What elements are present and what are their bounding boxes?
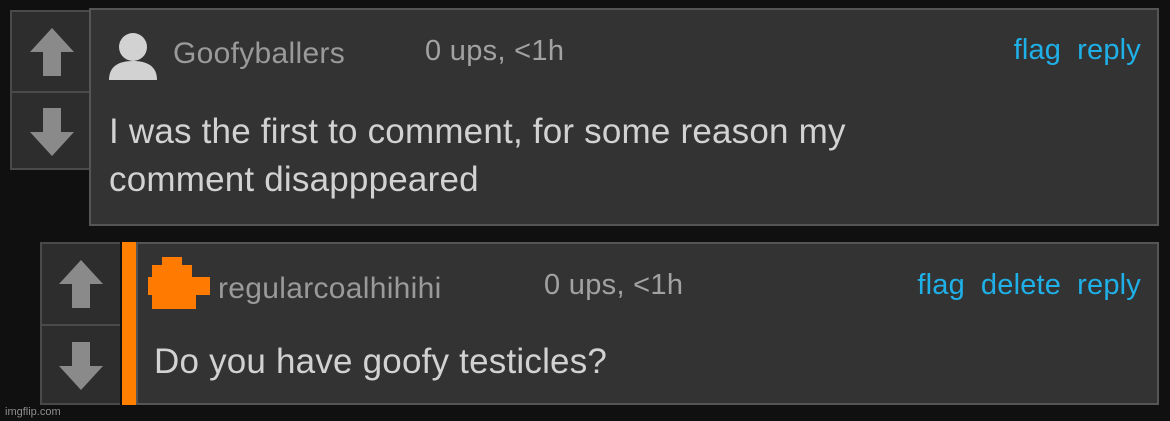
reply-link[interactable]: reply — [1077, 34, 1141, 67]
comment-text-line: I was the first to comment, for some rea… — [109, 112, 846, 151]
downvote-button[interactable] — [42, 326, 120, 405]
username[interactable]: Goofyballers — [173, 37, 345, 71]
comment-text-line: comment disapppeared — [109, 160, 479, 199]
upvote-button[interactable] — [12, 12, 91, 91]
arrow-up-icon — [59, 260, 103, 308]
comment-text: Do you have goofy testicles? — [154, 338, 607, 386]
comment-actions: flag delete reply — [917, 269, 1141, 302]
flag-link[interactable]: flag — [917, 269, 965, 302]
comment-box: Goofyballers 0 ups, <1h flag reply I was… — [89, 8, 1159, 226]
comment-actions: flag reply — [1014, 34, 1141, 67]
downvote-button[interactable] — [12, 93, 91, 170]
comment-text: I was the first to comment, for some rea… — [109, 108, 846, 204]
comment-meta: 0 ups, <1h — [425, 35, 565, 67]
arrow-down-icon — [29, 107, 74, 156]
username[interactable]: regularcoalhihihi — [218, 272, 442, 306]
vote-column — [10, 10, 91, 170]
vote-column — [40, 242, 120, 405]
watermark: imgflip.com — [5, 406, 61, 418]
comment-meta: 0 ups, <1h — [544, 269, 684, 301]
comment-text-line: Do you have goofy testicles? — [154, 342, 608, 381]
reply-link[interactable]: reply — [1077, 269, 1141, 302]
upvote-button[interactable] — [42, 244, 120, 324]
arrow-up-icon — [29, 27, 74, 76]
user-avatar-icon — [148, 257, 210, 309]
delete-link[interactable]: delete — [981, 269, 1061, 302]
user-avatar-icon — [109, 33, 157, 80]
comment-box: regularcoalhihihi 0 ups, <1h flag delete… — [136, 242, 1159, 405]
arrow-down-icon — [59, 341, 103, 390]
flag-link[interactable]: flag — [1014, 34, 1062, 67]
